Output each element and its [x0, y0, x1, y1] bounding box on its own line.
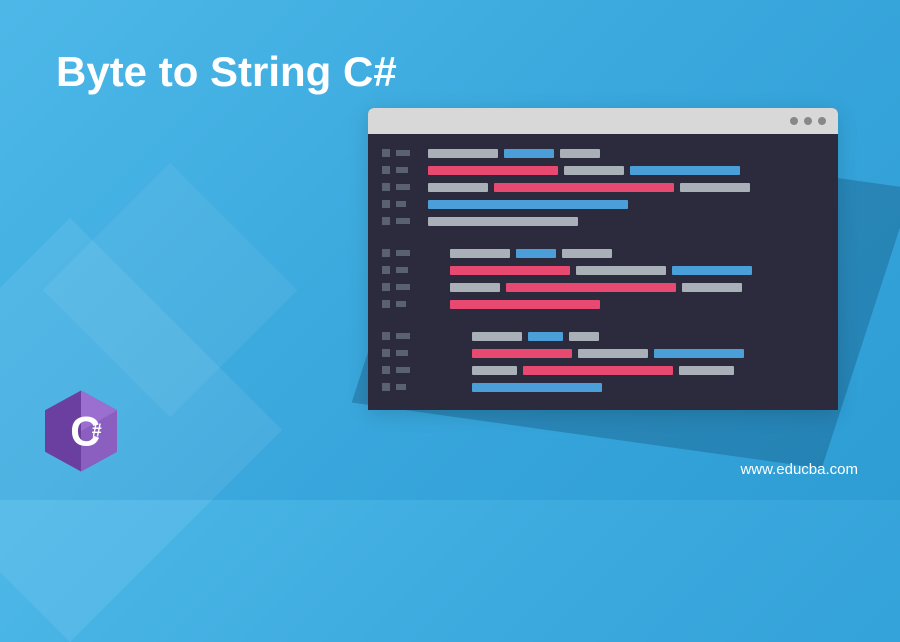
editor-titlebar — [368, 108, 838, 134]
window-control-dot — [804, 117, 812, 125]
svg-text:#: # — [92, 420, 102, 440]
csharp-logo-icon: C # — [36, 386, 126, 476]
window-control-dot — [818, 117, 826, 125]
code-editor — [368, 108, 838, 410]
line-number-gutter — [382, 148, 414, 392]
editor-window — [368, 108, 838, 410]
window-control-dot — [790, 117, 798, 125]
editor-body — [368, 134, 838, 410]
code-content — [428, 148, 824, 392]
website-url: www.educba.com — [740, 461, 858, 478]
page-title: Byte to String C# — [56, 48, 397, 96]
